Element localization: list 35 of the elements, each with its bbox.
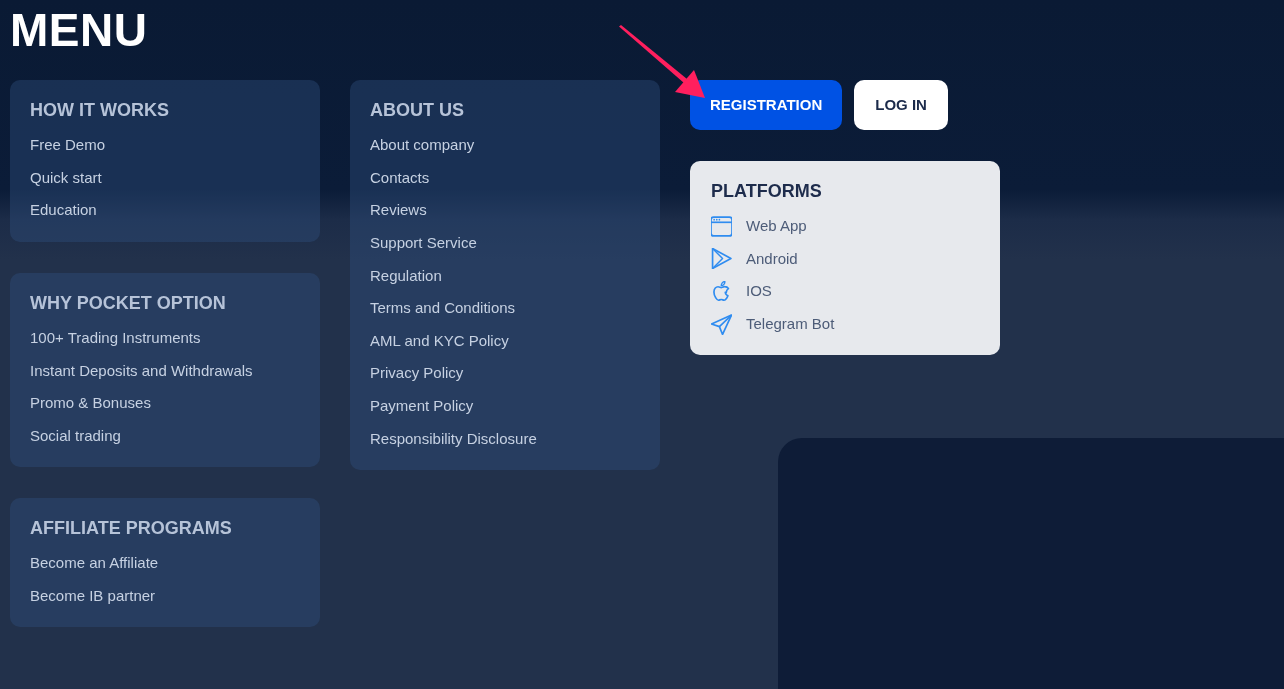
menu-link[interactable]: Support Service [370,234,477,253]
menu-link[interactable]: Free Demo [30,136,106,155]
section-heading: WHY POCKET OPTION [30,291,226,314]
section-heading: AFFILIATE PROGRAMS [30,517,232,540]
menu-link[interactable]: Payment Policy [370,397,474,416]
section-heading: PLATFORMS [711,180,822,202]
registration-button[interactable]: REGISTRATION [690,80,843,130]
menu-link[interactable]: Quick start [30,168,102,187]
menu-link[interactable]: Responsibility Disclosure [370,429,537,448]
menu-link[interactable]: About company [370,136,475,155]
browser-window-icon [711,215,732,237]
platform-link[interactable]: IOS [746,282,772,301]
menu-link[interactable]: Education [30,201,97,220]
menu-link[interactable]: Become an Affiliate [30,554,159,573]
menu-link[interactable]: Social trading [30,426,121,445]
menu-link[interactable]: Privacy Policy [370,364,464,383]
login-button[interactable]: LOG IN [854,80,948,130]
play-triangle-icon [711,248,732,270]
menu-link[interactable]: 100+ Trading Instruments [30,329,201,348]
platform-link[interactable]: Web App [746,217,807,236]
platform-link[interactable]: Telegram Bot [746,315,835,334]
menu-link[interactable]: Terms and Conditions [370,299,516,318]
menu-title: MENU [10,7,148,53]
section-heading: HOW IT WORKS [30,99,169,121]
section-heading: ABOUT US [370,99,464,121]
menu-link[interactable]: Instant Deposits and Withdrawals [30,361,253,380]
menu-link[interactable]: Contacts [370,168,430,187]
menu-link[interactable]: Promo & Bonuses [30,394,151,413]
menu-link[interactable]: AML and KYC Policy [370,331,509,350]
menu-link[interactable]: Reviews [370,201,427,220]
paper-plane-icon [711,313,732,335]
apple-icon [711,281,732,302]
menu-link[interactable]: Regulation [370,266,442,285]
platform-link[interactable]: Android [746,249,798,268]
menu-link[interactable]: Become IB partner [30,587,156,606]
